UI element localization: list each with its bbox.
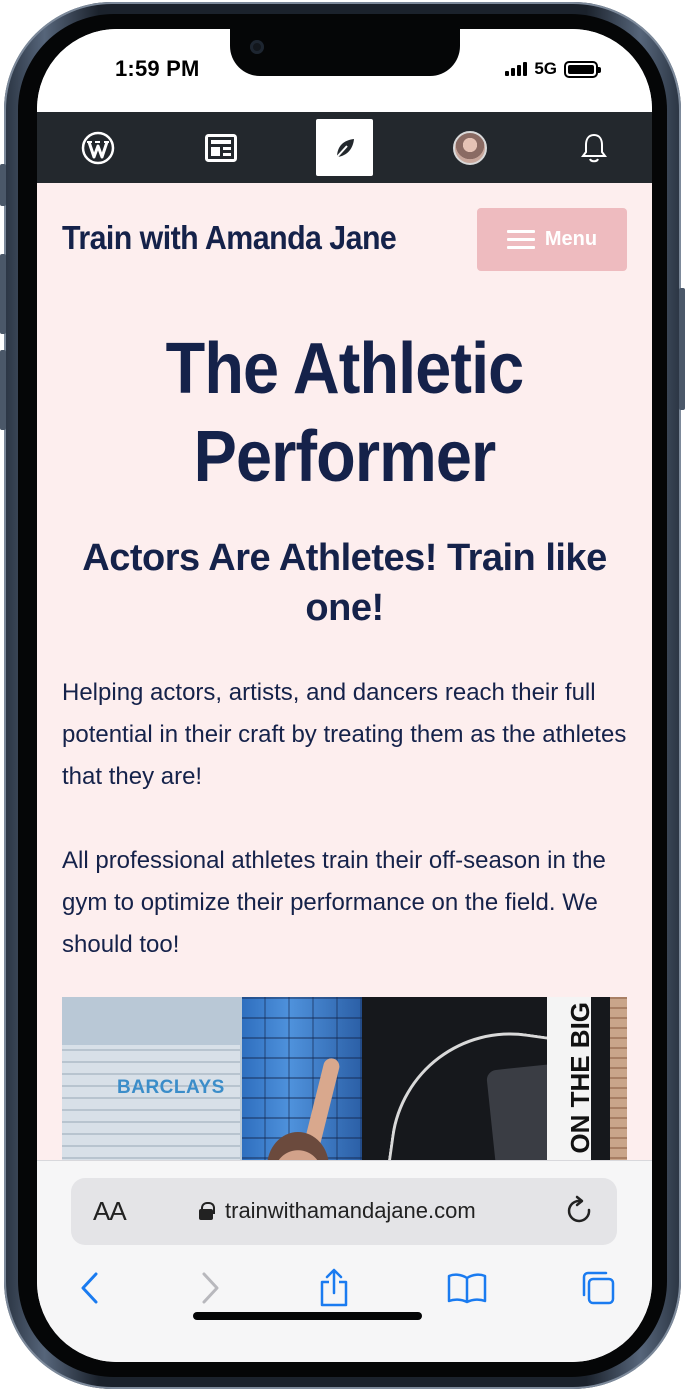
address-bar[interactable]: AA trainwithamandajane.com xyxy=(71,1178,617,1245)
barclays-sign: BARCLAYS xyxy=(117,1077,225,1098)
network-type: 5G xyxy=(534,59,557,78)
status-time: 1:59 PM xyxy=(115,56,200,81)
hero-title: The Athletic Performer xyxy=(68,325,622,501)
reload-icon[interactable] xyxy=(565,1194,595,1228)
reader-icon[interactable] xyxy=(193,120,249,176)
camera-icon xyxy=(250,40,264,54)
menu-button-label: Menu xyxy=(544,228,598,250)
status-bar: 1:59 PM 5G xyxy=(37,29,652,113)
leaf-icon[interactable] xyxy=(316,119,373,176)
forward-icon[interactable] xyxy=(185,1263,235,1313)
signal-icon xyxy=(505,62,528,76)
home-indicator[interactable] xyxy=(193,1312,422,1320)
page-content: Train with Amanda Jane Menu The Athletic… xyxy=(37,183,652,1197)
intro-paragraph: Helping actors, artists, and dancers rea… xyxy=(62,679,627,790)
hero-title-line1: The Athletic xyxy=(165,329,525,409)
user-avatar-icon[interactable] xyxy=(442,120,498,176)
screen: 1:59 PM 5G Train with Amanda Jane Menu T… xyxy=(37,29,652,1362)
notch xyxy=(230,29,460,76)
menu-button[interactable]: Menu xyxy=(477,208,627,271)
silent-switch xyxy=(0,164,6,206)
url-text[interactable]: trainwithamandajane.com xyxy=(225,1198,476,1224)
power-button xyxy=(679,288,685,410)
volume-up-button xyxy=(0,254,6,334)
athletes-paragraph: All professional athletes train their of… xyxy=(62,847,606,958)
safari-toolbar: AA trainwithamandajane.com xyxy=(37,1160,652,1362)
hamburger-icon xyxy=(506,230,535,249)
bell-icon[interactable] xyxy=(566,120,622,176)
tabs-icon[interactable] xyxy=(573,1263,623,1313)
hero-title-line2: Performer xyxy=(193,417,497,497)
hero-subtitle: Actors Are Athletes! Train like one! xyxy=(82,537,607,629)
share-icon[interactable] xyxy=(309,1263,359,1313)
wordpress-logo-icon[interactable] xyxy=(70,120,126,176)
status-indicators: 5G xyxy=(505,59,601,79)
battery-icon xyxy=(564,60,601,78)
back-icon[interactable] xyxy=(65,1263,115,1313)
site-title[interactable]: Train with Amanda Jane xyxy=(62,219,397,257)
bookmarks-icon[interactable] xyxy=(442,1263,492,1313)
volume-down-button xyxy=(0,350,6,430)
wp-admin-bar xyxy=(37,112,652,183)
lock-icon xyxy=(199,1202,215,1220)
text-size-button[interactable]: AA xyxy=(93,1196,127,1227)
